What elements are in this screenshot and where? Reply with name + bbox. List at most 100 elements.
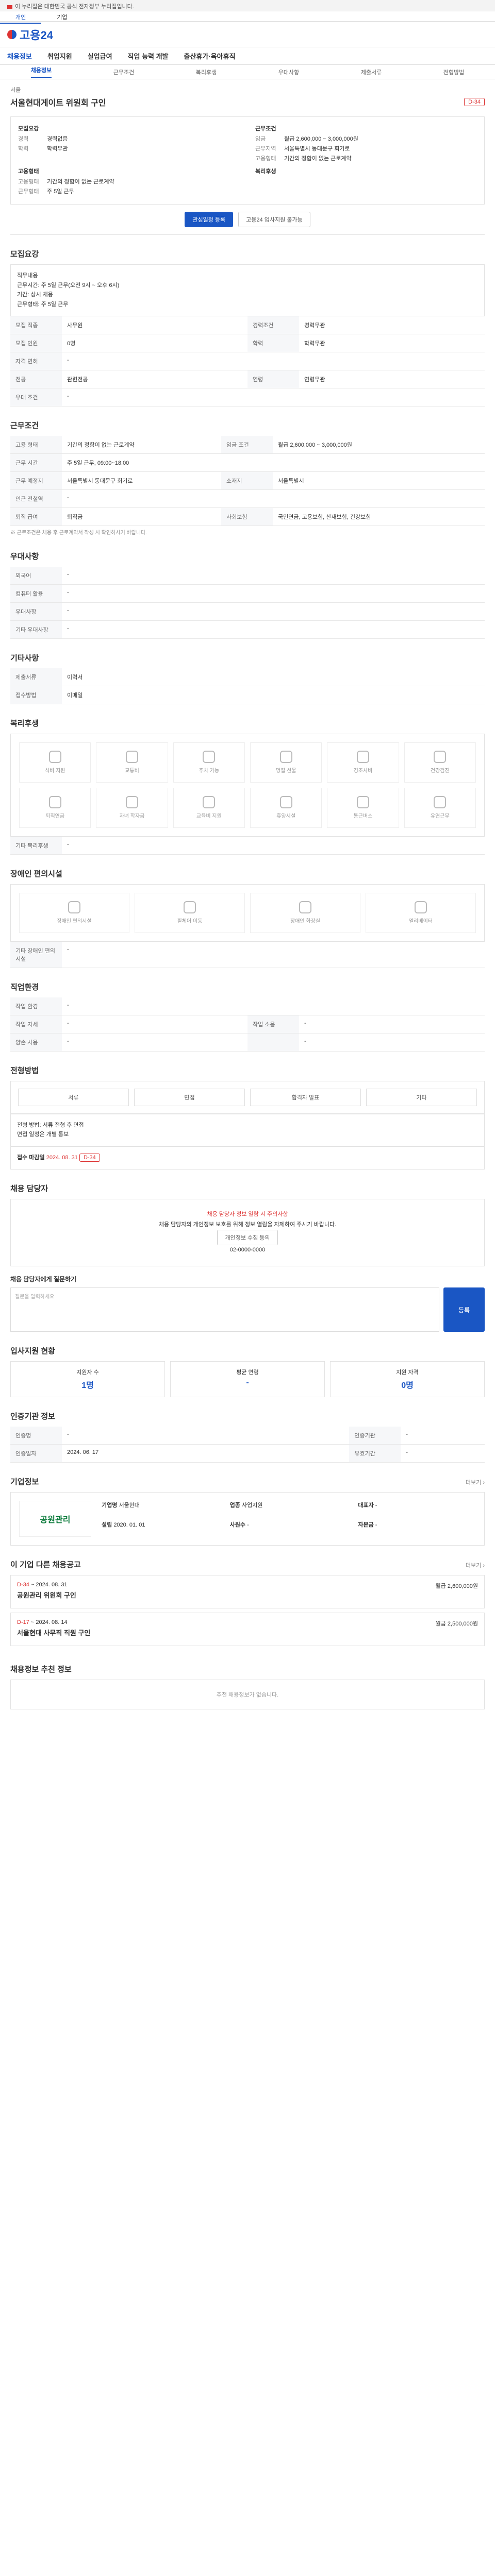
process-step: 서류 [18,1088,129,1106]
elevator-icon [415,901,427,914]
question-submit-button[interactable]: 등록 [443,1287,485,1332]
section-environment-title: 직업환경 [10,982,39,992]
contact-phone: 02-0000-0000 [229,1247,266,1253]
section-welfare-title: 복리후생 [10,719,39,728]
recruit-box: 직무내용 근무시간: 주 5일 근무(오전 9시 ~ 오후 6시) 기간: 상시 채… [10,264,485,316]
section-preferences-title: 우대사항 [10,552,39,561]
bus-icon [125,751,138,764]
process-step: 면접 [134,1088,245,1106]
nav-training[interactable]: 직업 능력 개발 [128,51,169,61]
envelope-icon [356,751,369,764]
process-step: 합격자 발표 [250,1088,361,1106]
environment-table: 작업 환경 - 작업 자세 - 작업 소음 - 양손 사용 - - [10,997,485,1052]
welfare-item: 명절 선물 [250,742,322,783]
disability-item: 장애인 편의시설 [19,892,129,933]
clock-icon [434,796,447,809]
subtab-documents[interactable]: 제출서류 [361,68,382,76]
parking-icon [203,751,216,764]
subtab-info[interactable]: 채용정보 [30,66,52,78]
nav-unemployment[interactable]: 실업급여 [88,51,112,61]
welfare-item: 식비 지원 [19,742,91,783]
consent-button[interactable]: 개인정보 수집 동의 [217,1230,278,1246]
shuttle-icon [356,796,369,809]
other-jobs-list: D-34 ~ 2024. 08. 31 공원관리 위원회 구인 월급 2,600,… [10,1575,485,1647]
book-icon [203,796,216,809]
company-logo: 공원관리 [19,1501,91,1537]
welfare-item: 교육비 지원 [173,787,245,828]
more-link[interactable]: 더보기 › [466,1561,485,1569]
tab-enterprise[interactable]: 기업 [41,11,82,23]
restroom-icon [299,901,311,914]
job-title: 서울현대게이트 위원회 구인 [10,99,106,108]
health-icon [434,751,447,764]
conditions-table: 고용 형태 기간의 정함이 없는 근로계약 임금 조건 월급 2,600,000 ~ … [10,435,485,526]
list-item[interactable]: D-34 ~ 2024. 08. 31 공원관리 위원회 구인 월급 2,600,… [10,1575,485,1609]
section-company-title: 기업정보 [10,1478,39,1487]
subtab-process[interactable]: 전형방법 [443,68,464,76]
list-item[interactable]: D-17 ~ 2024. 08. 14 서울현대 사무직 직원 구인 월급 2,5… [10,1613,485,1647]
section-recruit-title: 모집요강 [10,250,39,259]
welfare-item: 자녀 학자금 [96,787,168,828]
contact-box: 채용 담당자 정보 열람 시 주의사항 채용 담당자의 개인정보 보호를 위해 … [10,1198,485,1267]
welfare-item: 통근버스 [327,787,399,828]
more-link[interactable]: 더보기 › [466,1478,485,1486]
official-site-banner: 이 누리집은 대한민국 공식 전자정부 누리집입니다. [0,0,495,11]
welfare-item: 휴양시설 [250,787,322,828]
job-summary: 모집요강 경력 경력없음 학력 학력무관 근무조건 임금 월급 2,600,000 ~… [10,116,485,205]
deadline-box: 접수 마감일 2024. 08. 31 D-34 [10,1146,485,1170]
welfare-item: 퇴직연금 [19,787,91,828]
preferences-table: 외국어 - 컴퓨터 활용 - 우대사항 - 기타 우대사항 - [10,566,485,639]
gift-icon [279,751,292,764]
question-input[interactable]: 질문을 입력하세요 [10,1287,439,1332]
site-logo[interactable]: 고용24 [7,26,53,43]
process-step: 기타 [366,1088,477,1106]
section-contact-title: 채용 담당자 [10,1184,48,1193]
disability-item: 엘리베이터 [366,892,476,933]
interest-register-button[interactable]: 관심일정 등록 [185,212,234,227]
welfare-item: 주차 가능 [173,742,245,783]
section-institution-title: 인증기관 정보 [10,1412,55,1421]
logo-icon [7,29,16,39]
school-icon [125,796,138,809]
subtab-preferences[interactable]: 우대사항 [278,68,299,76]
process-box: 전형 방법: 서류 전형 후 면접 면접 일정은 개별 통보 [10,1113,485,1147]
section-conditions-title: 근무조건 [10,421,39,430]
section-other-jobs-title: 이 기업 다른 채용공고 [10,1561,81,1570]
site-header: 고용24 [0,22,495,47]
apply-unavailable-button[interactable]: 고용24 입사지원 불가능 [238,212,310,227]
meal-icon [48,751,61,764]
company-card: 공원관리 기업명 서울현대 업종 사업지원 대표자 - 설립 2020. 01.… [10,1492,485,1546]
welfare-grid: 식비 지원 교통비 주차 가능 명절 선물 경조사비 건강검진 퇴직연금 자녀 … [10,733,485,837]
tab-personal[interactable]: 개인 [0,11,42,24]
section-tabs: 채용정보 근무조건 복리후생 우대사항 제출서류 전형방법 [0,65,495,79]
pension-icon [48,796,61,809]
section-process-title: 전형방법 [10,1066,39,1075]
other-table: 제출서류 이력서 접수방법 이메일 [10,668,485,704]
conditions-note: ※ 근로조건은 채용 후 근로계약서 작성 시 확인하시기 바랍니다. [10,530,147,536]
welfare-other-table: 기타 복리후생 - [10,836,485,855]
welfare-item: 건강검진 [404,742,476,783]
disability-item: 휠체어 이동 [135,892,245,933]
nav-leave[interactable]: 출산휴가·육아휴직 [184,51,236,61]
welfare-item: 유연근무 [404,787,476,828]
facility-icon [68,901,80,914]
user-type-tabs: 개인 기업 [0,11,495,24]
subtab-welfare[interactable]: 복리후생 [196,68,217,76]
recruit-table: 모집 직종 사무원 경력조건 경력무관 모집 인원 0명 학력 학력무관 자격 면허 - 전공… [10,316,485,406]
section-other-title: 기타사항 [10,653,39,663]
subtab-conditions[interactable]: 근무조건 [113,68,134,76]
recommended-empty: 추천 채용정보가 없습니다. [10,1680,485,1710]
institution-table: 인증명 - 인증기관 - 인증일자 2024. 06. 17 유효기간 - [10,1427,485,1463]
main-nav: 채용정보 취업지원 실업급여 직업 능력 개발 출산휴가·육아휴직 [0,47,495,65]
nav-jobs[interactable]: 채용정보 [7,51,32,61]
apply-stats: 지원자 수 1명 평균 연령 - 지원 자격 0명 [10,1361,485,1398]
disability-other-table: 기타 장애인 편의시설 - [10,941,485,968]
wheelchair-icon [184,901,196,914]
welfare-item: 경조사비 [327,742,399,783]
dday-badge: D-34 [464,98,485,106]
section-apply-title: 입사지원 현황 [10,1347,55,1356]
process-steps: 서류 면접 합격자 발표 기타 [10,1080,485,1114]
flag-icon [7,5,12,9]
nav-employment-support[interactable]: 취업지원 [47,51,72,61]
resort-icon [279,796,292,809]
